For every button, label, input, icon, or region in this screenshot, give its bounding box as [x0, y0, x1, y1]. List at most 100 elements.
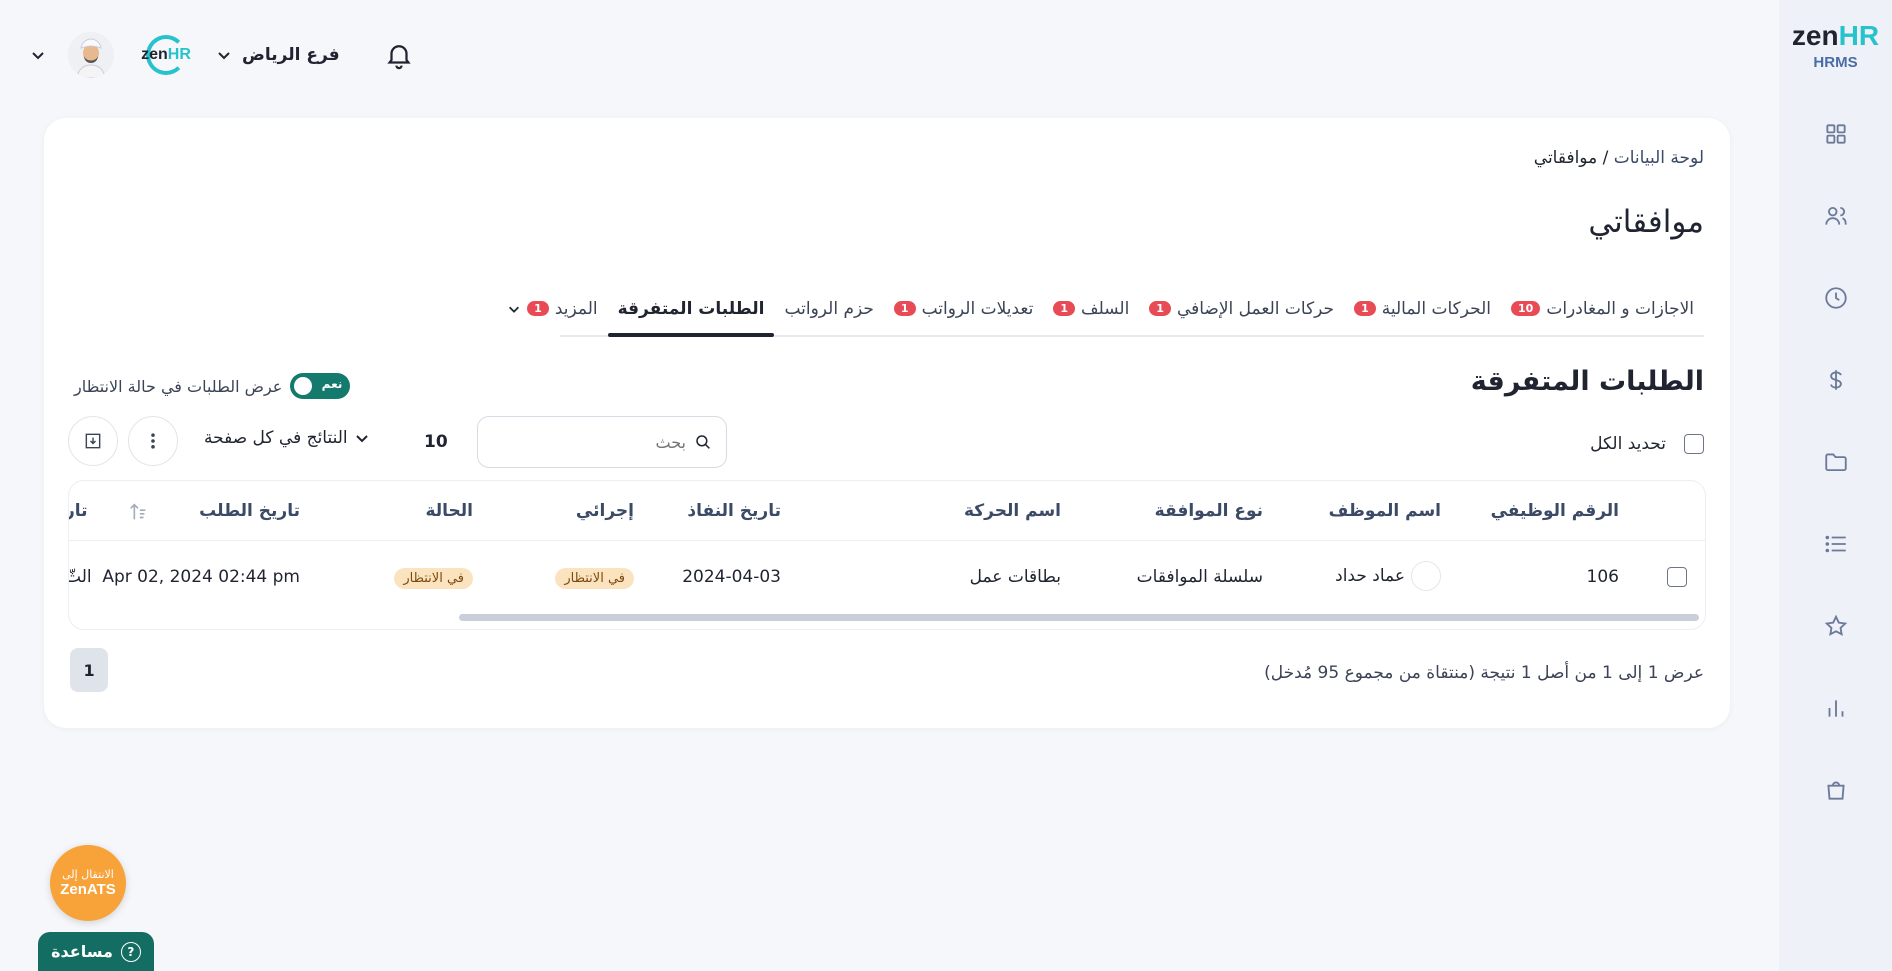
help-button[interactable]: مساعدة ?: [38, 932, 154, 971]
breadcrumb-separator: /: [1597, 148, 1614, 168]
col-transaction-name[interactable]: اسم الحركة: [964, 501, 1061, 521]
top-bar: zenHR فرع الرياض: [30, 30, 414, 80]
tab-badge: 10: [1511, 301, 1541, 316]
dashboard-icon[interactable]: [1823, 121, 1849, 147]
cell-my-action: في الانتظار: [555, 567, 634, 589]
col-status[interactable]: الحالة: [425, 501, 473, 521]
user-avatar-icon: [68, 32, 114, 78]
employee-mini-avatar: [1411, 561, 1441, 591]
col-request-date[interactable]: تاريخ الطلب: [199, 501, 300, 521]
table-header: الرقم الوظيفي اسم الموظف نوع الموافقة اس…: [69, 481, 1705, 541]
tab-loans[interactable]: السلف 1: [1043, 282, 1139, 335]
tab-salary-adjustments[interactable]: تعديلات الرواتب 1: [884, 282, 1043, 335]
tab-label: حركات العمل الإضافي: [1176, 298, 1335, 319]
pending-toggle-label: عرض الطلبات في حالة الانتظار: [74, 376, 283, 396]
pending-requests-toggle[interactable]: نعم: [290, 373, 351, 399]
cell-transaction-name: بطاقات عمل: [969, 567, 1061, 587]
shopping-bag-icon[interactable]: [1823, 777, 1849, 803]
help-label: مساعدة: [51, 942, 113, 961]
zenats-line1: الانتقال إلى: [62, 868, 114, 881]
cell-approval-type: سلسلة الموافقات: [1136, 567, 1263, 587]
branch-chevron-down-icon: [218, 52, 230, 60]
per-page-selector[interactable]: النتائج في كل صفحة: [204, 428, 370, 448]
main-card: لوحة البيانات / موافقاتي موافقاتي الاجاز…: [44, 118, 1730, 728]
search-input[interactable]: [496, 432, 686, 452]
bar-chart-icon[interactable]: [1823, 695, 1849, 721]
col-approval-type[interactable]: نوع الموافقة: [1155, 501, 1263, 521]
question-mark-icon: ?: [120, 941, 141, 962]
tab-badge: 1: [1354, 301, 1376, 316]
cell-employee-name[interactable]: عماد حداد: [1335, 561, 1441, 591]
select-all: تحديد الكل: [1590, 434, 1704, 454]
people-icon[interactable]: [1823, 203, 1849, 229]
logo-accent-text: HR: [1838, 20, 1880, 51]
my-action-badge: في الانتظار: [555, 568, 634, 589]
per-page-label: النتائج في كل صفحة: [204, 428, 348, 448]
logo-main-text: zen: [1791, 20, 1839, 51]
tab-label: الاجازات و المغادرات: [1546, 298, 1694, 319]
col-next-truncated[interactable]: تار: [69, 501, 88, 521]
approval-tabs: الاجازات و المغادرات 10 الحركات المالية 1 …: [509, 282, 1704, 337]
select-all-checkbox[interactable]: [1684, 434, 1704, 454]
branch-selector[interactable]: فرع الرياض: [216, 45, 340, 65]
clock-icon[interactable]: [1823, 285, 1849, 311]
toggle-state-text: نعم: [321, 377, 343, 391]
employee-name-text: عماد حداد: [1335, 566, 1405, 586]
tab-salary-packages[interactable]: حزم الرواتب: [774, 282, 883, 335]
per-page-value[interactable]: 10: [424, 432, 448, 452]
tab-label: الحركات المالية: [1381, 298, 1491, 319]
mini-logo-accent: HR: [167, 46, 191, 63]
user-avatar[interactable]: [68, 32, 114, 78]
col-employee-name[interactable]: اسم الموظف: [1329, 501, 1441, 521]
col-my-action[interactable]: إجرائي: [576, 501, 634, 521]
folder-icon[interactable]: [1823, 449, 1849, 475]
status-badge: في الانتظار: [394, 568, 473, 589]
notifications-bell-icon[interactable]: [384, 40, 414, 70]
tab-badge: 1: [1053, 301, 1075, 316]
cell-effective-date: 2024-04-03: [682, 567, 781, 587]
col-effective-date[interactable]: تاريخ النفاذ: [687, 501, 781, 521]
zenhr-mini-logo[interactable]: zenHR: [138, 35, 194, 75]
search-icon: [696, 435, 710, 449]
tab-financial-transactions[interactable]: الحركات المالية 1: [1344, 282, 1501, 335]
branch-name: فرع الرياض: [242, 45, 340, 65]
list-icon[interactable]: [1823, 531, 1849, 557]
table-row: 106 عماد حداد سلسلة الموافقات بطاقات عمل…: [69, 541, 1705, 615]
pending-requests-toggle-row: عرض الطلبات في حالة الانتظار نعم: [74, 373, 351, 399]
zenhr-logo[interactable]: zenHR HRMS: [1792, 20, 1879, 71]
mini-logo-main: zen: [141, 46, 168, 63]
section-title: الطلبات المتفرقة: [1470, 366, 1704, 397]
go-to-zenats-button[interactable]: الانتقال إلى ZenATS: [50, 845, 126, 921]
export-button[interactable]: [68, 416, 118, 466]
tab-label: حزم الرواتب: [784, 298, 874, 319]
requests-table: الرقم الوظيفي اسم الموظف نوع الموافقة اس…: [68, 480, 1706, 630]
kebab-menu-icon: [151, 433, 155, 449]
tab-label: الطلبات المتفرقة: [617, 298, 765, 319]
download-tray-icon: [85, 433, 101, 449]
table-horizontal-scrollbar[interactable]: [459, 614, 1699, 621]
col-employee-id[interactable]: الرقم الوظيفي: [1491, 501, 1619, 521]
tab-overtime[interactable]: حركات العمل الإضافي 1: [1139, 282, 1344, 335]
more-options-button[interactable]: [128, 416, 178, 466]
row-checkbox[interactable]: [1667, 567, 1687, 587]
breadcrumb: لوحة البيانات / موافقاتي: [1534, 148, 1704, 168]
tab-badge: 1: [527, 301, 549, 316]
sidebar: zenHR HRMS: [1779, 0, 1892, 971]
dollar-icon[interactable]: [1823, 367, 1849, 393]
breadcrumb-home-link[interactable]: لوحة البيانات: [1614, 148, 1704, 168]
star-icon[interactable]: [1823, 613, 1849, 639]
tab-more[interactable]: المزيد 1: [497, 282, 607, 335]
tab-badge: 1: [1149, 301, 1171, 316]
cell-request-date: Apr 02, 2024 02:44 pm: [102, 567, 300, 587]
tab-leaves[interactable]: الاجازات و المغادرات 10: [1501, 282, 1704, 335]
tab-label: السلف: [1081, 298, 1130, 319]
per-page-chevron-down-icon: [355, 435, 368, 443]
pagination-page-1[interactable]: 1: [70, 648, 108, 692]
tab-badge: 1: [893, 301, 916, 316]
results-summary: عرض 1 إلى 1 من أصل 1 نتيجة (منتقاة من مج…: [1264, 663, 1704, 683]
user-menu-chevron-down-icon[interactable]: [30, 47, 46, 63]
zenats-line2: ZenATS: [60, 881, 116, 898]
tab-misc-requests[interactable]: الطلبات المتفرقة: [607, 282, 775, 337]
sort-icon[interactable]: [127, 501, 149, 523]
more-chevron-down-icon: [509, 306, 520, 313]
